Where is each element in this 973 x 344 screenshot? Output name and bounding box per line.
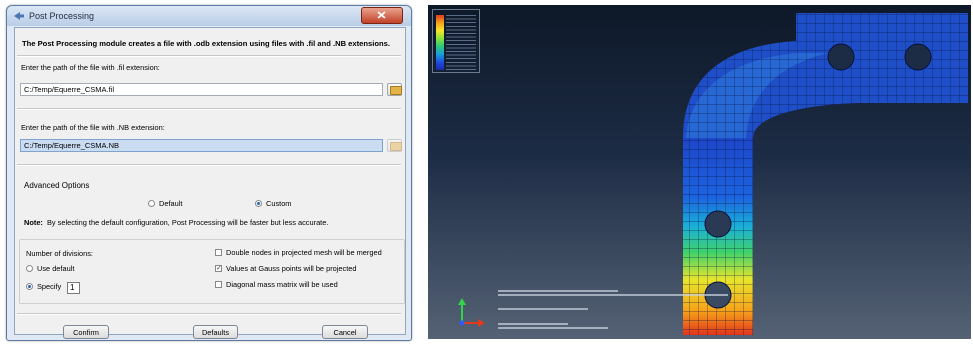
advanced-options-title: Advanced Options [24,181,90,190]
folder-icon [390,142,402,151]
fil-path-input[interactable] [20,83,383,96]
defaults-button[interactable]: Defaults [193,325,238,339]
custom-radio[interactable] [255,200,262,207]
hole [827,43,855,71]
default-radio[interactable] [148,200,155,207]
merge-nodes-label: Double nodes in projected mesh will be m… [226,248,382,257]
nb-path-label: Enter the path of the file with .NB exte… [21,123,165,132]
mesh-plot [458,13,968,335]
note-prefix: Note: [24,218,43,227]
fil-browse-button[interactable] [387,83,402,96]
use-default-radio[interactable] [26,265,33,272]
merge-nodes-checkbox[interactable] [215,249,222,256]
diagonal-mass-checkbox[interactable] [215,281,222,288]
divider [17,313,401,315]
close-icon [377,11,386,19]
gauss-points-checkbox[interactable]: ✓ [215,265,222,272]
nb-path-input[interactable] [20,139,383,152]
use-default-label: Use default [37,264,75,273]
dialog-body: The Post Processing module creates a fil… [14,27,406,339]
divisions-stepper[interactable]: 1 [67,282,80,294]
divider [17,108,401,110]
cancel-button[interactable]: Cancel [322,325,368,339]
divider [17,164,401,166]
default-radio-label: Default [159,199,183,208]
specify-radio[interactable] [26,283,33,290]
fil-path-label: Enter the path of the file with .fil ext… [21,63,160,72]
diagonal-mass-label: Diagonal mass matrix will be used [226,280,338,289]
axis-triad [458,298,485,327]
divisions-label: Number of divisions: [26,249,93,258]
fem-viewport[interactable] [428,5,971,339]
gauss-points-label: Values at Gauss points will be projected [226,264,357,273]
title-bar[interactable]: Post Processing [7,6,411,26]
post-processing-dialog: Post Processing The Post Processing modu… [6,5,412,341]
custom-radio-label: Custom [266,199,292,208]
note-text: Note: By selecting the default configura… [24,218,328,227]
divider [17,55,401,57]
confirm-button[interactable]: Confirm [63,325,109,339]
nb-browse-button[interactable] [387,139,402,152]
hole [904,43,932,71]
app-icon [14,12,24,20]
window-title: Post Processing [29,11,95,21]
note-body: By selecting the default configuration, … [47,218,329,227]
specify-label: Specify [37,282,62,291]
close-button[interactable] [361,7,403,24]
intro-text: The Post Processing module creates a fil… [22,39,390,48]
hole [704,210,732,238]
folder-icon [390,86,402,95]
options-group: Number of divisions: Use default Specify… [19,239,405,304]
